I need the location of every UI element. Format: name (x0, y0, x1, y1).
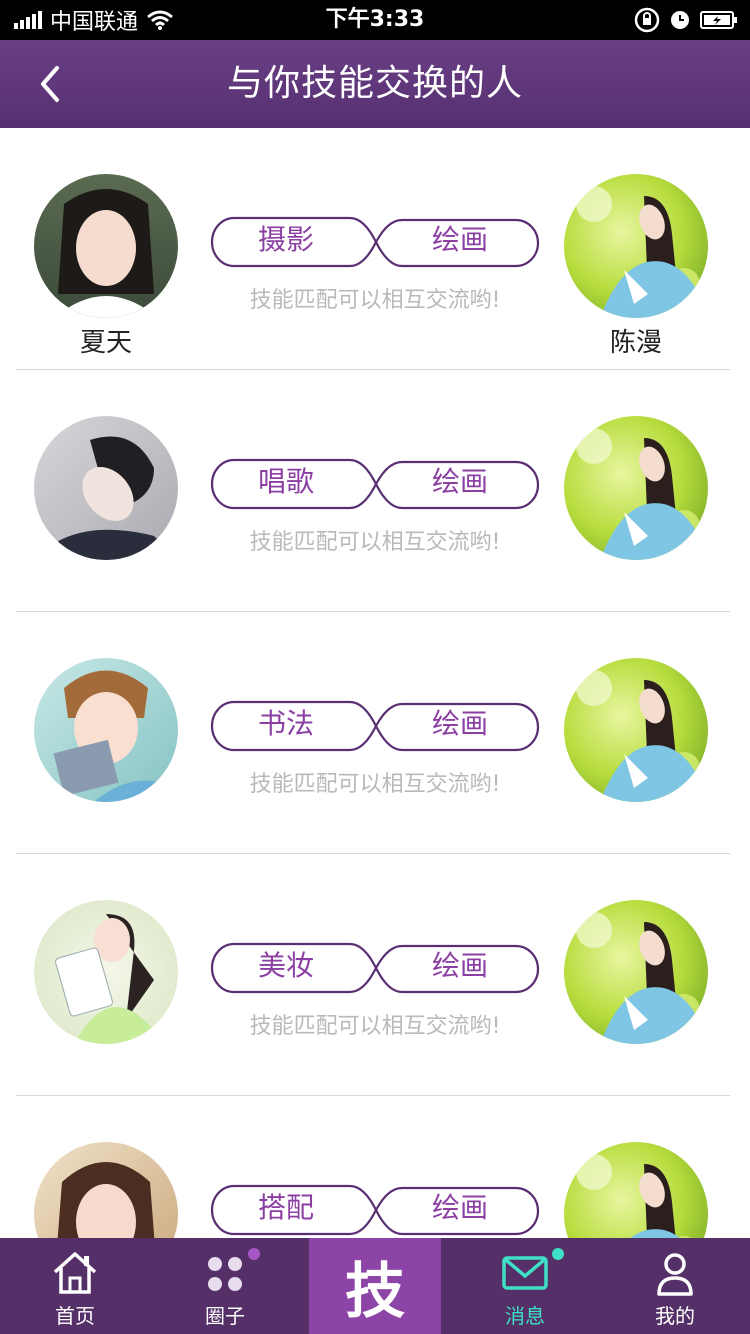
right-skill-label: 绘画 (431, 1191, 488, 1224)
nav-mine[interactable]: 我的 (600, 1238, 750, 1334)
nav-home-label: 首页 (55, 1304, 95, 1328)
list-item[interactable]: 美妆 绘画技能匹配可以相互交流哟! (16, 854, 730, 1096)
match-hint: 技能匹配可以相互交流哟! (249, 530, 501, 555)
nav-messages-label: 消息 (505, 1304, 545, 1328)
avatar-left[interactable] (34, 1142, 178, 1238)
right-skill-label: 绘画 (431, 223, 488, 256)
skill-match: 摄影 绘画 (210, 216, 540, 268)
avatar-left[interactable] (34, 900, 178, 1044)
match-hint: 技能匹配可以相互交流哟! (249, 772, 501, 797)
left-skill-label: 书法 (257, 707, 314, 740)
page-title: 与你技能交换的人 (226, 63, 523, 104)
status-bar: 中国联通 下午3:33 (0, 0, 750, 40)
bottom-nav: 首页 圈子 技 消息 我的 (0, 1238, 750, 1334)
avatar-right[interactable] (564, 900, 708, 1044)
left-skill-label: 摄影 (257, 223, 314, 256)
avatar-right[interactable] (564, 658, 708, 802)
avatar-left[interactable] (34, 416, 178, 560)
center-glyph: 技 (345, 1256, 405, 1327)
skill-match: 搭配 绘画 (210, 1184, 540, 1236)
nav-circle-label: 圈子 (205, 1304, 245, 1328)
avatar-left[interactable] (34, 174, 178, 318)
envelope-icon (502, 1256, 548, 1290)
nav-center-button[interactable]: 技 (309, 1238, 441, 1334)
list-item[interactable]: 书法 绘画技能匹配可以相互交流哟! (16, 612, 730, 854)
alarm-icon (671, 11, 689, 29)
avatar-left[interactable] (34, 658, 178, 802)
right-skill-label: 绘画 (431, 707, 488, 740)
left-skill-label: 美妆 (257, 949, 314, 982)
right-user-name: 陈漫 (609, 328, 662, 358)
avatar-right[interactable] (564, 416, 708, 560)
right-skill-label: 绘画 (431, 465, 488, 498)
home-icon (53, 1252, 97, 1294)
header-bar: 与你技能交换的人 (0, 40, 750, 128)
nav-messages[interactable]: 消息 (450, 1238, 600, 1334)
circle-dots-icon (208, 1257, 242, 1291)
nav-mine-label: 我的 (655, 1304, 695, 1328)
notification-dot (248, 1248, 260, 1260)
avatar-right[interactable] (564, 174, 708, 318)
match-list: 摄影 绘画 技能匹配可以相互交流哟! 夏天 陈漫 唱歌 绘画 技能匹配可以相互交流哟! 书法 绘画… (0, 128, 750, 1238)
match-hint: 技能匹配可以相互交流哟! (249, 1014, 501, 1039)
left-skill-label: 搭配 (257, 1191, 314, 1224)
notification-dot (552, 1248, 564, 1260)
nav-circle[interactable]: 圈子 (150, 1238, 300, 1334)
user-icon (657, 1253, 693, 1296)
battery-icon (700, 11, 737, 29)
left-skill-label: 唱歌 (257, 465, 314, 498)
skill-match: 美妆 绘画 (210, 942, 540, 994)
rotation-lock-icon (634, 7, 660, 33)
skill-match: 唱歌 绘画 (210, 458, 540, 510)
list-item[interactable]: 唱歌 绘画技能匹配可以相互交流哟! (16, 370, 730, 612)
avatar-right[interactable] (564, 1142, 708, 1238)
match-hint: 技能匹配可以相互交流哟! (249, 288, 501, 313)
list-item[interactable]: 搭配 绘画 (16, 1096, 730, 1238)
left-user-name: 夏天 (79, 328, 132, 358)
skill-match: 书法 绘画 (210, 700, 540, 752)
status-right (634, 0, 738, 40)
nav-home[interactable]: 首页 (0, 1238, 150, 1334)
list-item[interactable]: 摄影 绘画技能匹配可以相互交流哟! 夏天 陈漫 (16, 128, 730, 370)
right-skill-label: 绘画 (431, 949, 488, 982)
